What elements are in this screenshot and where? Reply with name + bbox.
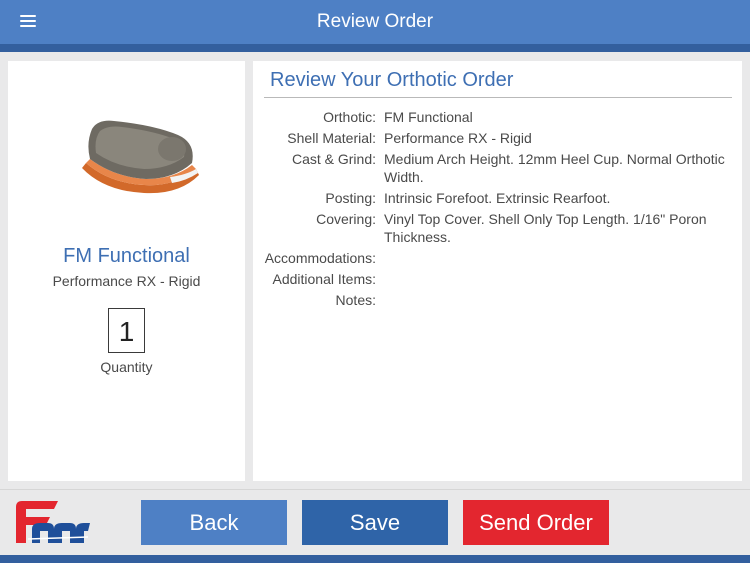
top-bar-stripe: [0, 44, 750, 52]
detail-label: Covering:: [316, 211, 376, 227]
product-summary-panel: FM Functional Performance RX - Rigid 1 Q…: [8, 61, 245, 481]
detail-row-notes: Notes:: [253, 291, 742, 309]
detail-value: Vinyl Top Cover. Shell Only Top Length. …: [384, 211, 707, 245]
detail-value: Medium Arch Height. 12mm Heel Cup. Norma…: [384, 151, 725, 185]
detail-value: Performance RX - Rigid: [384, 130, 532, 146]
detail-label: Shell Material:: [287, 130, 376, 146]
order-details: Orthotic: FM Functional Shell Material: …: [253, 108, 742, 312]
detail-label: Notes:: [335, 292, 376, 308]
product-material: Performance RX - Rigid: [52, 273, 201, 289]
detail-row-covering: Covering: Vinyl Top Cover. Shell Only To…: [253, 210, 742, 246]
bottom-stripe: [0, 555, 750, 563]
send-order-button[interactable]: Send Order: [463, 500, 609, 545]
detail-value: FM Functional: [384, 109, 473, 125]
fmr-logo: [16, 501, 90, 543]
detail-row-posting: Posting: Intrinsic Forefoot. Extrinsic R…: [253, 189, 742, 207]
review-section-title: Review Your Orthotic Order: [270, 69, 514, 91]
detail-value: [384, 270, 729, 288]
detail-label: Cast & Grind:: [291, 151, 376, 167]
detail-label: Additional Items:: [272, 271, 377, 287]
page-title: Review Order: [316, 11, 434, 32]
product-name: FM Functional: [63, 245, 190, 267]
quantity-label: Quantity: [100, 359, 153, 375]
detail-row-additional-items: Additional Items:: [253, 270, 742, 288]
detail-row-shell-material: Shell Material: Performance RX - Rigid: [253, 129, 742, 147]
detail-row-accommodations: Accommodations:: [253, 249, 742, 267]
detail-label: Posting:: [325, 190, 376, 206]
insole-image: [82, 120, 199, 194]
order-review-panel: Review Your Orthotic Order Orthotic: FM …: [253, 61, 742, 481]
detail-value: Intrinsic Forefoot. Extrinsic Rearfoot.: [384, 190, 611, 206]
save-button[interactable]: Save: [302, 500, 448, 545]
back-button[interactable]: Back: [141, 500, 287, 545]
detail-row-orthotic: Orthotic: FM Functional: [253, 108, 742, 126]
detail-value: [384, 291, 729, 309]
detail-row-cast-grind: Cast & Grind: Medium Arch Height. 12mm H…: [253, 150, 742, 186]
divider: [264, 97, 732, 98]
detail-value: [384, 249, 729, 267]
detail-label: Orthotic:: [323, 109, 376, 125]
quantity-field[interactable]: 1: [108, 308, 145, 353]
detail-label: Accommodations:: [264, 250, 376, 266]
